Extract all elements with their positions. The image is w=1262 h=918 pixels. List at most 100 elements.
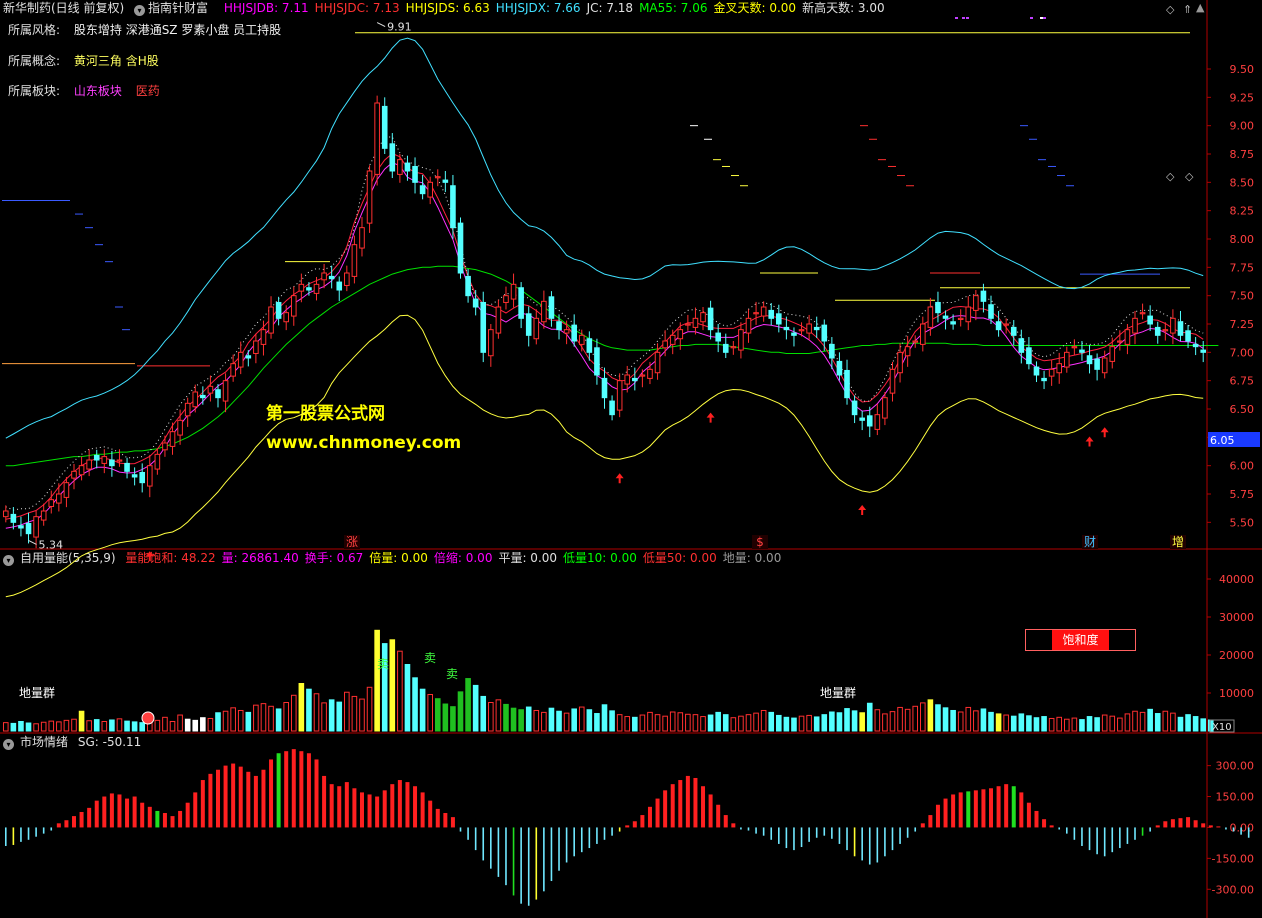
sentiment-bar-130 bbox=[989, 788, 994, 828]
volume-bar-135 bbox=[1026, 715, 1032, 732]
sentiment-bar-126 bbox=[958, 792, 963, 828]
sentiment-bar-101 bbox=[770, 827, 773, 840]
sentiment-bar-54 bbox=[413, 786, 418, 828]
top-mark-4 bbox=[1040, 17, 1043, 19]
volume-bar-55 bbox=[419, 688, 426, 732]
sentiment-bar-43 bbox=[329, 784, 334, 828]
volume-bar-27 bbox=[207, 717, 214, 732]
volume-bar-76 bbox=[578, 706, 585, 732]
candle-78 bbox=[594, 338, 600, 385]
sentiment-bar-149 bbox=[1134, 827, 1136, 840]
candle-135 bbox=[1026, 337, 1032, 370]
price-ytick-label-7: 7.25 bbox=[1230, 318, 1255, 331]
volume-ytick-label-2: 30000 bbox=[1219, 611, 1254, 624]
sentiment-bar-35 bbox=[269, 759, 274, 828]
candle-152 bbox=[1154, 321, 1161, 344]
chart-canvas: 5.505.756.006.256.506.757.007.257.507.75… bbox=[0, 0, 1262, 918]
volume-bar-136 bbox=[1033, 717, 1040, 732]
price-ytick-label-10: 8.00 bbox=[1230, 233, 1255, 246]
volume-bar-157 bbox=[1192, 716, 1199, 732]
volume-bar-4 bbox=[33, 723, 39, 732]
volume-bar-78 bbox=[594, 713, 600, 732]
candle-3 bbox=[25, 512, 32, 544]
sentiment-bar-162 bbox=[1232, 827, 1235, 832]
sentiment-bar-158 bbox=[1201, 823, 1206, 828]
volume-bar-63 bbox=[480, 695, 487, 732]
volume-bar-108 bbox=[821, 714, 828, 732]
volume-bar-69 bbox=[525, 706, 532, 732]
volume-bar-134 bbox=[1018, 713, 1025, 732]
volume-bar-120 bbox=[912, 705, 919, 732]
candle-20 bbox=[154, 448, 161, 475]
volume-bar-142 bbox=[1079, 719, 1085, 732]
price-ytick-label-14: 9.00 bbox=[1230, 120, 1255, 133]
sentiment-bar-79 bbox=[603, 827, 606, 840]
volume-bar-22 bbox=[169, 721, 176, 732]
price-ytick-label-0: 5.50 bbox=[1230, 516, 1255, 529]
volume-bar-97 bbox=[738, 715, 744, 732]
candle-116 bbox=[882, 392, 888, 426]
sentiment-bar-105 bbox=[800, 827, 803, 848]
volume-bar-20 bbox=[154, 719, 161, 732]
sentiment-ytick-label-3: -150.00 bbox=[1212, 852, 1254, 865]
volume-bar-41 bbox=[313, 693, 320, 732]
volume-annotation-sell-3: 卖 bbox=[446, 667, 458, 681]
volume-bar-126 bbox=[957, 711, 964, 732]
sentiment-bar-141 bbox=[1073, 827, 1076, 840]
sentiment-bars bbox=[4, 749, 1250, 906]
price-ytick-label-15: 9.25 bbox=[1230, 91, 1255, 104]
sentiment-bar-8 bbox=[64, 820, 69, 828]
sentiment-bar-102 bbox=[778, 827, 780, 844]
volume-bar-118 bbox=[897, 706, 903, 732]
volume-bar-31 bbox=[237, 709, 244, 732]
candles bbox=[2, 95, 1207, 549]
sentiment-bar-56 bbox=[428, 800, 433, 828]
candle-36 bbox=[275, 296, 282, 326]
price-ytick-label-13: 8.75 bbox=[1230, 148, 1255, 161]
sentiment-bar-94 bbox=[716, 804, 721, 828]
candle-88 bbox=[669, 329, 676, 355]
sentiment-bar-19 bbox=[147, 806, 152, 828]
sentiment-bar-14 bbox=[109, 793, 114, 828]
volume-bar-115 bbox=[874, 709, 881, 732]
sentiment-bar-28 bbox=[215, 769, 220, 828]
top-mark-5 bbox=[1043, 17, 1046, 19]
high-label: 9.91 bbox=[387, 21, 412, 34]
event-marker-0: 涨 bbox=[346, 534, 358, 549]
volume-bar-106 bbox=[806, 714, 812, 732]
sentiment-bar-50 bbox=[382, 790, 387, 828]
volume-bar-153 bbox=[1162, 710, 1169, 732]
volume-bar-5 bbox=[40, 721, 47, 732]
candle-99 bbox=[753, 301, 759, 325]
candle-133 bbox=[1010, 320, 1017, 346]
sentiment-bar-73 bbox=[558, 827, 560, 871]
volume-bar-66 bbox=[503, 703, 509, 732]
candle-62 bbox=[472, 290, 479, 316]
sentiment-bar-25 bbox=[193, 792, 198, 828]
volume-bar-150 bbox=[1139, 711, 1146, 732]
sentiment-bar-122 bbox=[928, 815, 933, 828]
sentiment-bar-39 bbox=[299, 751, 304, 828]
volume-bar-23 bbox=[177, 714, 183, 732]
hhjsjdc-line bbox=[5, 152, 1204, 520]
volume-bar-11 bbox=[86, 720, 92, 732]
sentiment-bar-95 bbox=[723, 815, 728, 828]
volume-bar-155 bbox=[1177, 716, 1184, 732]
buy-arrow-5 bbox=[1100, 427, 1109, 438]
sentiment-bar-125 bbox=[951, 794, 956, 828]
candle-142 bbox=[1079, 341, 1085, 361]
sentiment-bar-15 bbox=[117, 794, 122, 828]
sentiment-bar-103 bbox=[785, 827, 788, 849]
sentiment-bar-161 bbox=[1225, 827, 1227, 830]
volume-bar-60 bbox=[457, 691, 464, 732]
sentiment-bar-77 bbox=[588, 827, 591, 849]
volume-bar-147 bbox=[1117, 717, 1123, 732]
sentiment-bar-115 bbox=[876, 827, 879, 863]
volume-bar-30 bbox=[230, 707, 236, 732]
sentiment-bar-153 bbox=[1163, 821, 1168, 828]
volume-bar-64 bbox=[488, 702, 494, 732]
volume-bar-24 bbox=[184, 718, 191, 732]
price-ytick-label-2: 6.00 bbox=[1230, 460, 1255, 473]
sentiment-bar-20 bbox=[155, 810, 160, 828]
volume-bar-21 bbox=[162, 716, 168, 732]
